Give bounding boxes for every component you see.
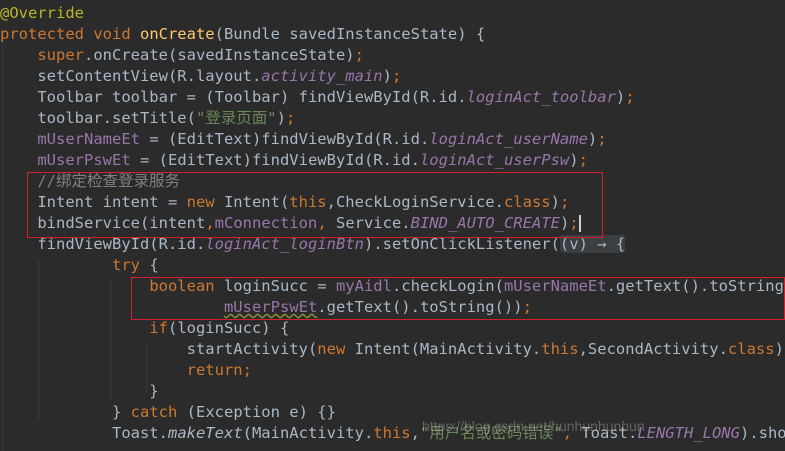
code-token: = (EditText)findViewById(R.id. (139, 130, 430, 148)
code-token: @Override (0, 4, 84, 22)
code-line[interactable]: mUserNameEt = (EditText)findViewById(R.i… (0, 129, 607, 150)
code-token: ; (597, 130, 607, 148)
code-token: loginAct_userPsw (419, 151, 570, 169)
code-line[interactable]: return; (0, 360, 252, 381)
watermark: https://blog.csdn.net/hunhunhunhun (422, 418, 645, 434)
code-token: SecondActivity. (587, 340, 728, 358)
code-line[interactable]: } (0, 381, 159, 402)
code-token: .onCreate(savedInstanceState) (84, 46, 355, 64)
code-token: toolbar.setTitle( (0, 109, 196, 127)
code-token: ; (625, 88, 635, 106)
code-token: , (410, 424, 420, 442)
code-token: catch (130, 403, 187, 421)
code-token: onCreate (139, 25, 215, 43)
code-token: ; (285, 109, 296, 127)
code-token: (MainActivity. (242, 424, 374, 442)
code-token: try (111, 256, 150, 274)
code-token: "登录页面" (195, 109, 277, 127)
code-line[interactable]: try { (0, 255, 159, 276)
code-token: ) (276, 109, 286, 127)
code-token: ; (242, 361, 252, 379)
code-token: Toolbar toolbar = (Toolbar) findViewById… (0, 88, 467, 106)
code-line[interactable]: toolbar.setTitle("登录页面"); (0, 108, 295, 129)
highlight-box-check-login (131, 277, 785, 320)
code-line[interactable]: startActivity(new Intent(MainActivity.th… (0, 339, 785, 360)
code-token: super (37, 46, 84, 64)
code-line[interactable]: protected void onCreate(Bundle savedInst… (0, 24, 485, 45)
code-token: ) (569, 151, 579, 169)
code-token: ; (354, 46, 364, 64)
code-token: ; (391, 67, 402, 85)
code-token: startActivity( (0, 340, 318, 358)
code-token: (loginSucc) { (167, 319, 290, 337)
code-line[interactable]: setContentView(R.layout.activity_main); (0, 66, 401, 87)
highlight-box-bind-service (27, 172, 603, 238)
code-line[interactable]: } catch (Exception e) {} (0, 402, 336, 423)
code-token: Toast. (0, 424, 168, 442)
code-token: this (373, 424, 411, 442)
code-token: (Exception e) {} (186, 403, 336, 421)
code-token: )) (774, 340, 785, 358)
code-token: { (149, 256, 159, 274)
code-token: ; (578, 151, 588, 169)
code-token: this (541, 340, 579, 358)
code-token: ) (382, 67, 392, 85)
code-token: ).show( (739, 424, 785, 442)
code-line[interactable]: super.onCreate(savedInstanceState); (0, 45, 364, 66)
code-token: setContentView(R.layout. (0, 67, 262, 85)
code-editor[interactable]: @Override protected void onCreate(Bundle … (0, 0, 785, 451)
code-token: (Bundle savedInstanceState) { (214, 25, 486, 43)
code-token: } (0, 382, 159, 400)
code-token: loginAct_toolbar (466, 88, 616, 106)
code-token: Intent(MainActivity. (354, 340, 542, 358)
code-token: class (727, 340, 775, 358)
code-token: return (186, 361, 243, 379)
code-token: new (317, 340, 355, 358)
code-line[interactable]: Toast.makeText(MainActivity.this,"用户名或密码… (0, 423, 785, 444)
code-token: ) (587, 130, 598, 148)
code-line[interactable]: if(loginSucc) { (0, 318, 289, 339)
code-token: protected void (0, 25, 140, 43)
code-token: mUserPswEt (37, 151, 131, 169)
code-line[interactable]: mUserPswEt = (EditText)findViewById(R.id… (0, 150, 588, 171)
code-token: ) (615, 88, 626, 106)
code-token: makeText (167, 424, 243, 442)
code-token: } (0, 403, 131, 421)
code-token: loginAct_userName (429, 130, 588, 148)
code-token: , (578, 340, 588, 358)
code-token: mUserNameEt (37, 130, 140, 148)
code-token: if (149, 319, 168, 337)
code-line[interactable]: @Override (0, 3, 84, 24)
code-token: = (EditText)findViewById(R.id. (130, 151, 420, 169)
code-token: activity_main (261, 67, 383, 85)
code-token: LENGTH_LONG (637, 424, 740, 442)
code-line[interactable]: Toolbar toolbar = (Toolbar) findViewById… (0, 87, 635, 108)
